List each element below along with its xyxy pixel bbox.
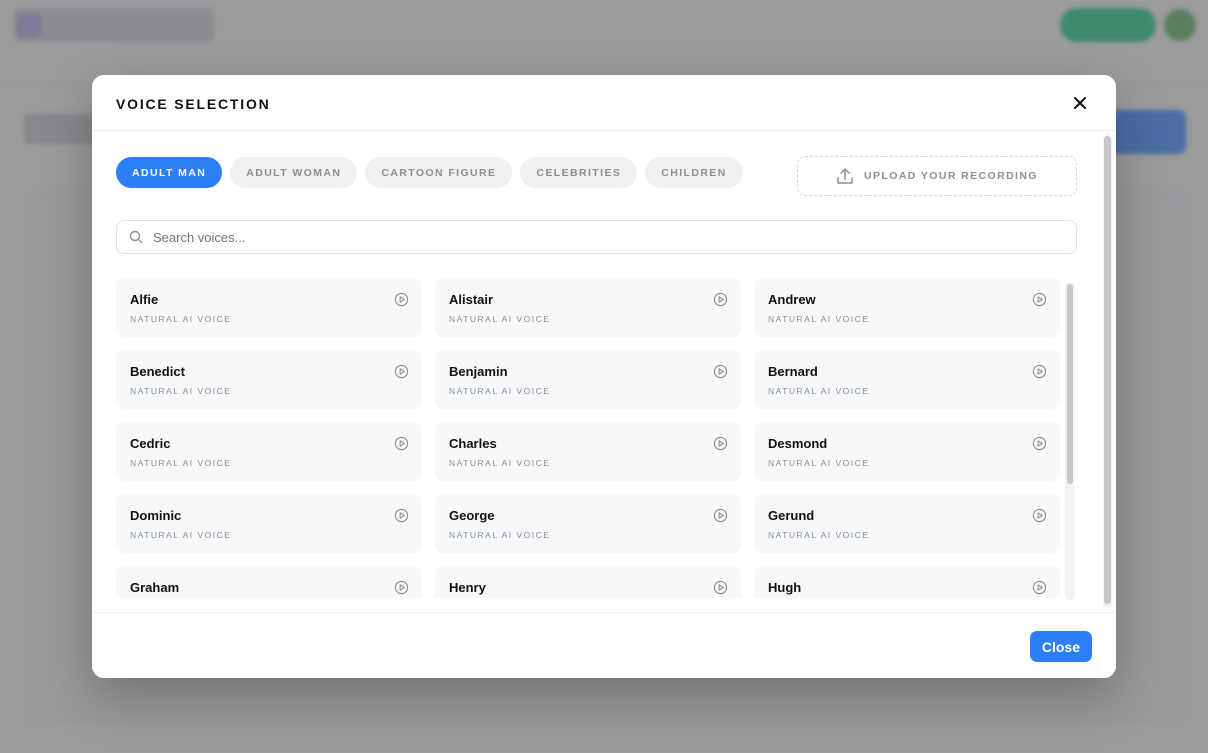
voice-name: Hugh: [768, 580, 802, 595]
voice-name: Desmond: [768, 436, 828, 451]
background-logo: [14, 8, 214, 42]
voice-card-george[interactable]: George NATURAL AI VOICE: [435, 494, 741, 553]
play-circle-icon[interactable]: [394, 580, 409, 595]
play-circle-icon[interactable]: [713, 580, 728, 595]
play-circle-icon[interactable]: [1032, 508, 1047, 523]
voice-description: NATURAL AI VOICE: [130, 386, 232, 396]
voice-name: Cedric: [130, 436, 171, 451]
voice-description: NATURAL AI VOICE: [768, 314, 870, 324]
voice-name: Bernard: [768, 364, 818, 379]
tab-adult-man[interactable]: ADULT MAN: [116, 157, 223, 188]
voice-description: NATURAL AI VOICE: [449, 458, 551, 468]
voice-selection-modal: VOICE SELECTION ADULT MAN ADULT WOMAN CA…: [92, 75, 1116, 678]
background-green-button: [1060, 8, 1156, 42]
voice-description: NATURAL AI VOICE: [449, 314, 551, 324]
voice-name: Alfie: [130, 292, 159, 307]
play-circle-icon[interactable]: [394, 364, 409, 379]
voice-card-graham[interactable]: Graham NATURAL AI VOICE: [116, 566, 422, 598]
voice-name: Henry: [449, 580, 486, 595]
tab-adult-woman[interactable]: ADULT WOMAN: [230, 157, 358, 188]
search-icon: [129, 230, 143, 244]
voice-card-alistair[interactable]: Alistair NATURAL AI VOICE: [435, 278, 741, 337]
play-circle-icon[interactable]: [1032, 436, 1047, 451]
search-input[interactable]: [153, 229, 1053, 245]
play-circle-icon[interactable]: [394, 292, 409, 307]
voice-card-alfie[interactable]: Alfie NATURAL AI VOICE: [116, 278, 422, 337]
voice-card-andrew[interactable]: Andrew NATURAL AI VOICE: [754, 278, 1060, 337]
voice-card-benedict[interactable]: Benedict NATURAL AI VOICE: [116, 350, 422, 409]
voice-description: NATURAL AI VOICE: [449, 386, 551, 396]
tab-cartoon-figure[interactable]: CARTOON FIGURE: [365, 157, 513, 188]
voice-description: NATURAL AI VOICE: [768, 458, 870, 468]
voice-description: NATURAL AI VOICE: [449, 530, 551, 540]
modal-footer: Close: [92, 612, 1116, 678]
voice-list-scrollbar-thumb[interactable]: [1067, 284, 1073, 484]
voice-list: Alfie NATURAL AI VOICE Alistair NATURAL …: [116, 278, 1077, 598]
play-circle-icon[interactable]: [713, 292, 728, 307]
voice-name: Benedict: [130, 364, 185, 379]
close-button[interactable]: Close: [1029, 631, 1092, 662]
tab-celebrities[interactable]: CELEBRITIES: [520, 157, 638, 188]
voice-name: Graham: [130, 580, 180, 595]
voice-card-bernard[interactable]: Bernard NATURAL AI VOICE: [754, 350, 1060, 409]
upload-recording-button[interactable]: UPLOAD YOUR RECORDING: [797, 156, 1077, 196]
background-avatar: [1164, 9, 1196, 41]
modal-body: ADULT MAN ADULT WOMAN CARTOON FIGURE CEL…: [92, 132, 1116, 612]
voice-card-charles[interactable]: Charles NATURAL AI VOICE: [435, 422, 741, 481]
voice-category-tabs: ADULT MAN ADULT WOMAN CARTOON FIGURE CEL…: [116, 157, 743, 188]
voice-description: NATURAL AI VOICE: [768, 386, 870, 396]
voice-name: Benjamin: [449, 364, 508, 379]
close-icon: [1074, 97, 1086, 109]
voice-description: NATURAL AI VOICE: [130, 458, 232, 468]
play-circle-icon[interactable]: [394, 436, 409, 451]
play-circle-icon[interactable]: [1032, 292, 1047, 307]
voice-description: NATURAL AI VOICE: [130, 314, 232, 324]
voice-name: Charles: [449, 436, 497, 451]
voice-name: Gerund: [768, 508, 815, 523]
voice-name: Alistair: [449, 292, 494, 307]
upload-recording-label: UPLOAD YOUR RECORDING: [864, 170, 1038, 182]
play-circle-icon[interactable]: [394, 508, 409, 523]
voice-card-dominic[interactable]: Dominic NATURAL AI VOICE: [116, 494, 422, 553]
voice-card-cedric[interactable]: Cedric NATURAL AI VOICE: [116, 422, 422, 481]
voice-name: George: [449, 508, 495, 523]
voice-grid: Alfie NATURAL AI VOICE Alistair NATURAL …: [116, 278, 1077, 598]
voice-card-henry[interactable]: Henry NATURAL AI VOICE: [435, 566, 741, 598]
modal-scrollbar-thumb[interactable]: [1104, 136, 1111, 604]
play-circle-icon[interactable]: [1032, 580, 1047, 595]
play-circle-icon[interactable]: [713, 364, 728, 379]
modal-title: VOICE SELECTION: [116, 96, 271, 112]
modal-header: VOICE SELECTION: [92, 75, 1116, 131]
voice-search-box: [116, 220, 1077, 254]
voice-description: NATURAL AI VOICE: [130, 530, 232, 540]
tab-children[interactable]: CHILDREN: [645, 157, 743, 188]
voice-name: Dominic: [130, 508, 182, 523]
voice-name: Andrew: [768, 292, 816, 307]
background-logo-mark: [16, 14, 42, 38]
upload-icon: [837, 168, 853, 184]
play-circle-icon[interactable]: [713, 436, 728, 451]
voice-description: NATURAL AI VOICE: [768, 530, 870, 540]
play-circle-icon[interactable]: [713, 508, 728, 523]
voice-card-hugh[interactable]: Hugh NATURAL AI VOICE: [754, 566, 1060, 598]
voice-card-benjamin[interactable]: Benjamin NATURAL AI VOICE: [435, 350, 741, 409]
close-modal-button[interactable]: [1070, 93, 1090, 113]
voice-card-gerund[interactable]: Gerund NATURAL AI VOICE: [754, 494, 1060, 553]
voice-card-desmond[interactable]: Desmond NATURAL AI VOICE: [754, 422, 1060, 481]
play-circle-icon[interactable]: [1032, 364, 1047, 379]
